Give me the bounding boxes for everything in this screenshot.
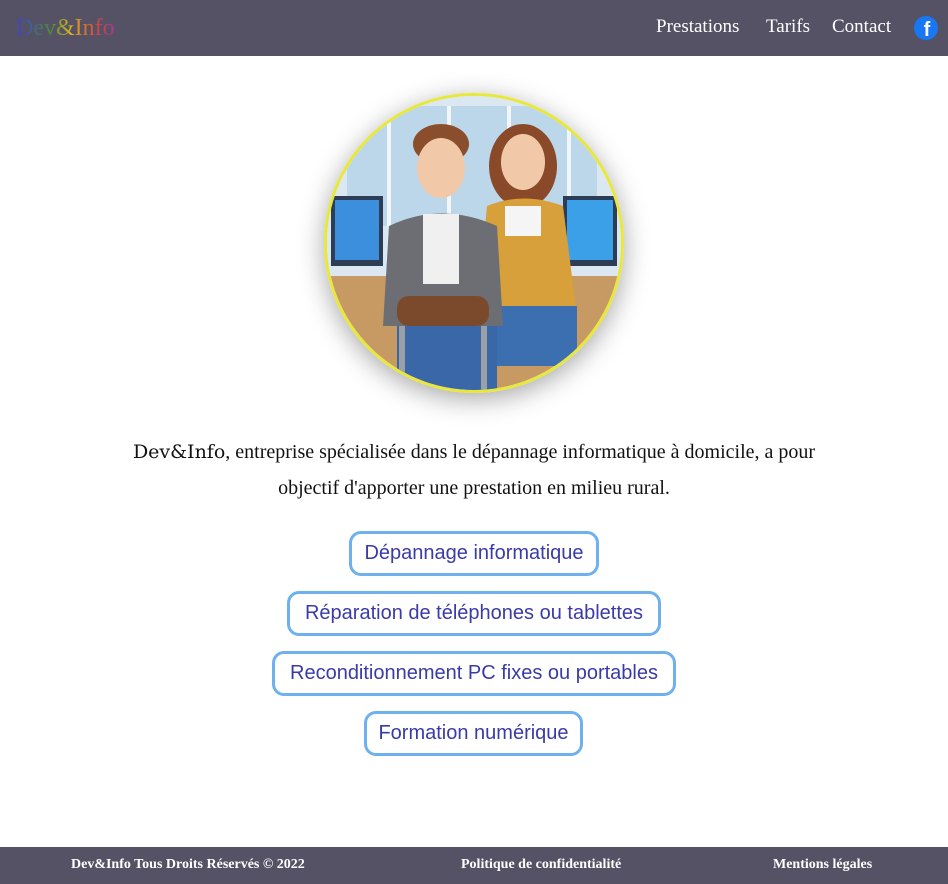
facebook-icon[interactable]: f <box>914 16 938 41</box>
top-navbar: Dev&Info Prestations Tarifs Contact f <box>0 0 948 56</box>
footer-privacy-link[interactable]: Politique de confidentialité <box>461 857 621 873</box>
team-illustration <box>327 96 621 390</box>
nav-link-contact[interactable]: Contact <box>832 16 891 38</box>
intro-brand: Dev&Info <box>132 441 226 463</box>
hero-image <box>324 93 624 393</box>
intro-paragraph: Dev&Info, entreprise spécialisée dans le… <box>110 434 838 506</box>
intro-text: , entreprise spécialisée dans le dépanna… <box>225 441 816 499</box>
footer-legal-link[interactable]: Mentions légales <box>773 857 872 873</box>
service-button-reparation[interactable]: Réparation de téléphones ou tablettes <box>287 591 661 636</box>
service-button-depannage[interactable]: Dépannage informatique <box>349 531 599 576</box>
nav-link-tarifs[interactable]: Tarifs <box>766 16 810 38</box>
footer: Dev&Info Tous Droits Réservés © 2022 Pol… <box>0 847 948 884</box>
service-button-reconditionnement[interactable]: Reconditionnement PC fixes ou portables <box>272 651 676 696</box>
nav-link-prestations[interactable]: Prestations <box>656 16 739 38</box>
service-button-formation[interactable]: Formation numérique <box>364 711 583 756</box>
footer-copyright: Dev&Info Tous Droits Réservés © 2022 <box>71 857 305 872</box>
site-logo[interactable]: Dev&Info <box>16 14 115 42</box>
